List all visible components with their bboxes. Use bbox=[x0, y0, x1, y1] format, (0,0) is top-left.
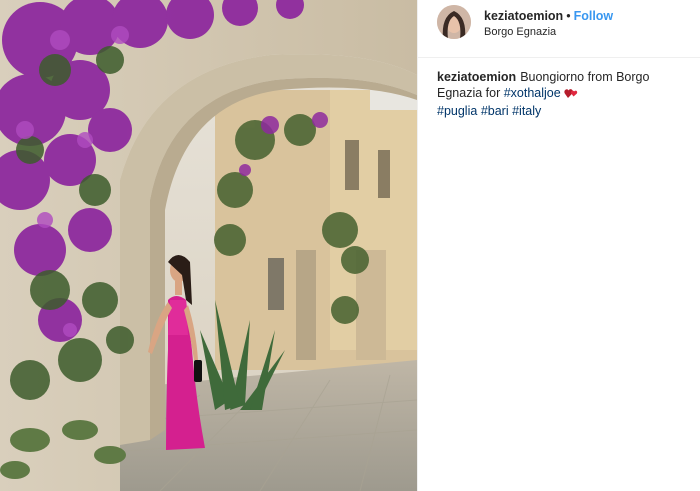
user-line: keziatoemion • Follow bbox=[484, 9, 613, 23]
instagram-post: keziatoemion • Follow Borgo Egnazia keziat… bbox=[0, 0, 700, 491]
photo-image bbox=[0, 0, 417, 491]
post-photo[interactable] bbox=[0, 0, 417, 491]
location-link[interactable]: Borgo Egnazia bbox=[484, 26, 556, 38]
post-header: keziatoemion • Follow Borgo Egnazia bbox=[418, 0, 700, 58]
avatar[interactable] bbox=[437, 5, 471, 39]
hashtag-link[interactable]: #bari bbox=[481, 104, 509, 118]
avatar-image bbox=[437, 5, 471, 39]
two-hearts-icon bbox=[564, 87, 578, 103]
post-sidebar: keziatoemion • Follow Borgo Egnazia keziat… bbox=[418, 0, 700, 491]
separator-dot: • bbox=[566, 9, 571, 23]
caption: keziatoemion Buongiorno from Borgo Egnazi… bbox=[437, 69, 682, 119]
hashtag-link[interactable]: #italy bbox=[512, 104, 541, 118]
caption-username[interactable]: keziatoemion bbox=[437, 70, 516, 84]
username-link[interactable]: keziatoemion bbox=[484, 9, 563, 23]
follow-button[interactable]: Follow bbox=[574, 9, 614, 23]
hashtag-link[interactable]: #puglia bbox=[437, 104, 477, 118]
mention-hashtag[interactable]: #xothaljoe bbox=[504, 86, 561, 100]
